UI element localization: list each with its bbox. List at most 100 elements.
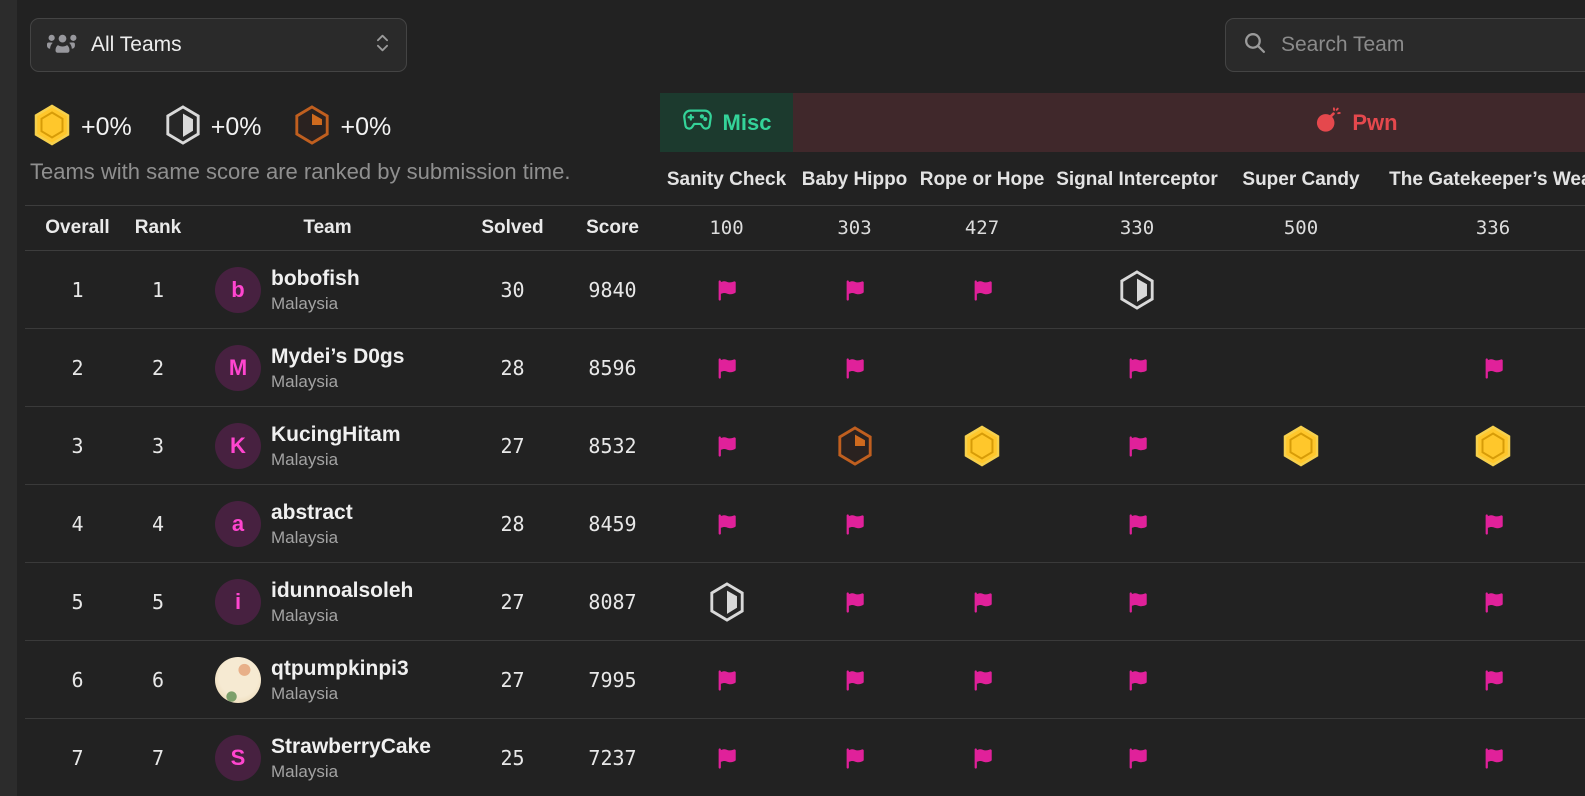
table-header: Overall Rank Team Solved Score 100303427… [0, 205, 1585, 251]
scoreboard-page: All Teams +0%+0%+0% Teams with same scor… [0, 0, 1585, 796]
score-cell: 9840 [565, 251, 660, 329]
challenge-name: Rope or Hope [916, 164, 1048, 196]
solved-flag-icon [660, 719, 793, 796]
search-box[interactable] [1225, 18, 1585, 72]
challenge-name: The Gatekeeper’s Weal [1376, 164, 1585, 196]
table-row[interactable]: 5 5 i idunnoalsoleh Malaysia 27 8087 [0, 563, 1585, 641]
solved-flag-icon [1048, 485, 1226, 563]
team-cell[interactable]: M Mydei’s D0gs Malaysia [195, 329, 460, 407]
solved-cell: 27 [460, 407, 565, 485]
team-cell[interactable]: K KucingHitam Malaysia [195, 407, 460, 485]
solved-flag-icon [660, 641, 793, 719]
header-overall: Overall [0, 205, 121, 251]
challenge-points: 100 [660, 205, 793, 251]
table-row[interactable]: 2 2 M Mydei’s D0gs Malaysia 28 8596 [0, 329, 1585, 407]
rank-cell: 2 [121, 329, 195, 407]
gold-badge-icon [916, 407, 1048, 485]
solved-flag-icon [793, 329, 916, 407]
header-solved: Solved [460, 205, 565, 251]
overall-cell: 4 [0, 485, 121, 563]
solved-flag-icon [793, 719, 916, 796]
solved-cell: 28 [460, 329, 565, 407]
silver-badge-icon [1048, 251, 1226, 329]
overall-cell: 6 [0, 641, 121, 719]
rank-cell: 1 [121, 251, 195, 329]
solved-flag-icon [660, 251, 793, 329]
team-name: bobofish [271, 267, 360, 291]
chevron-up-down-icon [375, 32, 390, 59]
team-cell[interactable]: a abstract Malaysia [195, 485, 460, 563]
solved-cell: 30 [460, 251, 565, 329]
rank-cell: 6 [121, 641, 195, 719]
solved-flag-icon [1048, 563, 1226, 641]
gold-badge-icon [1376, 407, 1585, 485]
solved-flag-icon [793, 563, 916, 641]
solved-flag-icon [793, 485, 916, 563]
team-country: Malaysia [271, 372, 404, 392]
challenge-points: 500 [1226, 205, 1376, 251]
search-input[interactable] [1279, 32, 1580, 58]
bronze-badge-icon [793, 407, 916, 485]
table-row[interactable]: 7 7 S StrawberryCake Malaysia 25 7237 [0, 719, 1585, 796]
solved-flag-icon [1048, 641, 1226, 719]
team-name: qtpumpkinpi3 [271, 657, 409, 681]
score-cell: 8596 [565, 329, 660, 407]
solved-cell: 27 [460, 641, 565, 719]
overall-cell: 7 [0, 719, 121, 796]
team-country: Malaysia [271, 294, 360, 314]
empty-solve-cell [1226, 719, 1376, 796]
avatar: M [215, 345, 261, 391]
solved-flag-icon [916, 563, 1048, 641]
avatar: S [215, 735, 261, 781]
solved-flag-icon [1048, 719, 1226, 796]
team-filter-label: All Teams [91, 33, 362, 57]
solved-cell: 27 [460, 563, 565, 641]
overall-cell: 2 [0, 329, 121, 407]
empty-solve-cell [1226, 563, 1376, 641]
rank-cell: 3 [121, 407, 195, 485]
rank-cell: 7 [121, 719, 195, 796]
challenge-points: 427 [916, 205, 1048, 251]
rank-cell: 5 [121, 563, 195, 641]
solved-flag-icon [793, 641, 916, 719]
team-country: Malaysia [271, 606, 413, 626]
empty-solve-cell [1226, 641, 1376, 719]
score-cell: 7995 [565, 641, 660, 719]
table-row[interactable]: 4 4 a abstract Malaysia 28 8459 [0, 485, 1585, 563]
empty-solve-cell [1226, 329, 1376, 407]
solved-flag-icon [916, 251, 1048, 329]
bomb-icon [1315, 106, 1342, 139]
category-misc-label: Misc [723, 110, 772, 136]
score-cell: 8459 [565, 485, 660, 563]
table-row[interactable]: 1 1 b bobofish Malaysia 30 9840 [0, 251, 1585, 329]
challenge-name: Signal Interceptor [1048, 164, 1226, 196]
team-cell[interactable]: i idunnoalsoleh Malaysia [195, 563, 460, 641]
team-name: KucingHitam [271, 423, 401, 447]
team-cell[interactable]: b bobofish Malaysia [195, 251, 460, 329]
empty-solve-cell [1376, 251, 1585, 329]
team-filter-dropdown[interactable]: All Teams [30, 18, 407, 72]
score-cell: 7237 [565, 719, 660, 796]
table-row[interactable]: 6 6 qtpumpkinpi3 Malaysia 27 7995 [0, 641, 1585, 719]
team-name: StrawberryCake [271, 735, 431, 759]
users-icon [47, 30, 78, 60]
solved-flag-icon [1376, 719, 1585, 796]
header-team: Team [195, 205, 460, 251]
overall-cell: 5 [0, 563, 121, 641]
silver-badge-icon [660, 563, 793, 641]
avatar: b [215, 267, 261, 313]
solved-flag-icon [660, 485, 793, 563]
header-score: Score [565, 205, 660, 251]
empty-solve-cell [1226, 251, 1376, 329]
avatar: a [215, 501, 261, 547]
team-cell[interactable]: qtpumpkinpi3 Malaysia [195, 641, 460, 719]
avatar: i [215, 579, 261, 625]
challenge-points: 330 [1048, 205, 1226, 251]
search-icon [1242, 30, 1267, 60]
team-cell[interactable]: S StrawberryCake Malaysia [195, 719, 460, 796]
table-row[interactable]: 3 3 K KucingHitam Malaysia 27 8532 [0, 407, 1585, 485]
score-cell: 8532 [565, 407, 660, 485]
avatar-image [215, 657, 261, 703]
header-rank: Rank [121, 205, 195, 251]
solved-flag-icon [660, 329, 793, 407]
